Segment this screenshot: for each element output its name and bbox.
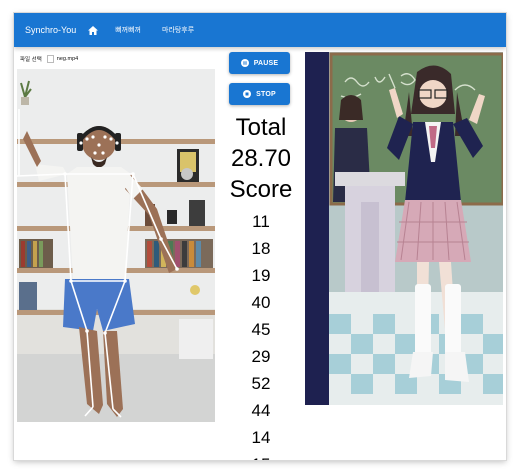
pause-label: PAUSE (253, 59, 279, 67)
score-item: 18 (251, 239, 271, 258)
stop-circle-icon (243, 90, 252, 98)
score-item: 19 (251, 266, 271, 285)
score-item: 14 (251, 428, 271, 447)
file-icon (46, 55, 54, 63)
nav-link-1[interactable]: 뻐꺼뻐꺼 (115, 25, 141, 35)
file-select-button[interactable]: 파일 선택 (20, 55, 42, 63)
file-name: neg.mp4 (56, 56, 79, 62)
pause-button[interactable]: PAUSE (229, 52, 290, 74)
score-label: Score (229, 176, 293, 203)
app-window: Synchro-You 뻐꺼뻐꺼 마라탕후루 파일 선택 neg.mp4 PAU… (14, 13, 506, 460)
home-icon[interactable] (87, 24, 99, 36)
score-list: 11 18 19 40 45 29 52 44 14 15 (216, 208, 306, 460)
app-title[interactable]: Synchro-You (25, 25, 76, 35)
pause-circle-icon (240, 59, 249, 67)
score-item: 11 (252, 212, 270, 231)
reference-video (305, 52, 503, 405)
score-item: 40 (251, 293, 271, 312)
score-item: 15 (216, 451, 306, 460)
score-item: 45 (251, 320, 271, 339)
score-item: 29 (251, 347, 271, 366)
stop-label: STOP (256, 90, 276, 98)
webcam-video (17, 69, 215, 422)
score-item: 52 (251, 374, 271, 393)
total-score-value: 28.70 (230, 145, 292, 172)
total-label: Total (235, 114, 287, 141)
file-picker: 파일 선택 neg.mp4 (20, 53, 78, 65)
nav-link-2[interactable]: 마라탕후루 (162, 25, 194, 35)
stop-button[interactable]: STOP (229, 83, 290, 105)
score-item: 44 (251, 401, 271, 420)
app-bar: Synchro-You 뻐꺼뻐꺼 마라탕후루 (14, 13, 506, 47)
